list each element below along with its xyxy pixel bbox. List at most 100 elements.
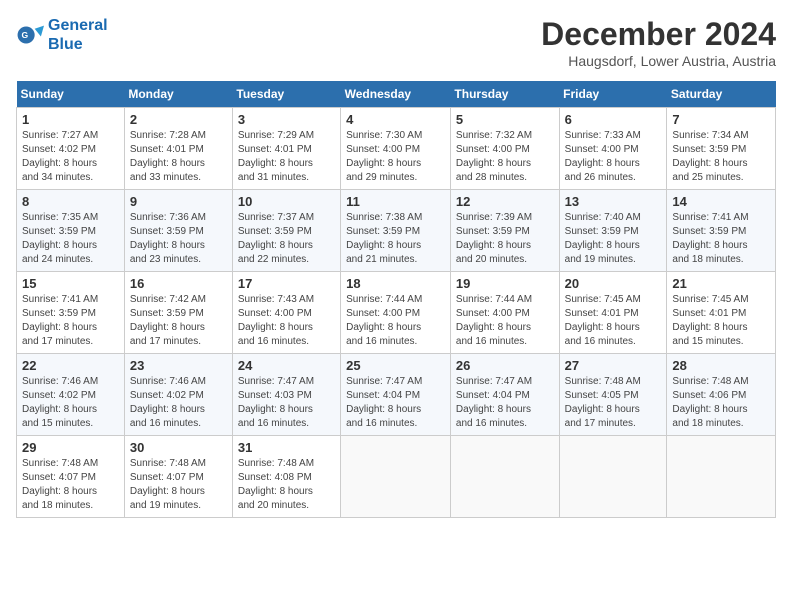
calendar-cell: 3 Sunrise: 7:29 AM Sunset: 4:01 PM Dayli… — [232, 108, 340, 190]
day-info: Sunrise: 7:47 AM Sunset: 4:04 PM Dayligh… — [456, 375, 554, 431]
logo: G General Blue — [16, 16, 108, 54]
calendar-cell: 22 Sunrise: 7:46 AM Sunset: 4:02 PM Dayl… — [17, 354, 125, 436]
calendar-cell: 6 Sunrise: 7:33 AM Sunset: 4:00 PM Dayli… — [559, 108, 667, 190]
day-info: Sunrise: 7:37 AM Sunset: 3:59 PM Dayligh… — [238, 211, 335, 267]
day-info: Sunrise: 7:48 AM Sunset: 4:08 PM Dayligh… — [238, 457, 335, 513]
calendar-cell: 2 Sunrise: 7:28 AM Sunset: 4:01 PM Dayli… — [124, 108, 232, 190]
day-info: Sunrise: 7:40 AM Sunset: 3:59 PM Dayligh… — [565, 211, 662, 267]
col-wednesday: Wednesday — [341, 81, 451, 108]
calendar-cell: 18 Sunrise: 7:44 AM Sunset: 4:00 PM Dayl… — [341, 272, 451, 354]
day-number: 27 — [565, 358, 662, 373]
calendar-cell: 25 Sunrise: 7:47 AM Sunset: 4:04 PM Dayl… — [341, 354, 451, 436]
calendar-cell: 21 Sunrise: 7:45 AM Sunset: 4:01 PM Dayl… — [667, 272, 776, 354]
calendar-cell: 5 Sunrise: 7:32 AM Sunset: 4:00 PM Dayli… — [450, 108, 559, 190]
col-tuesday: Tuesday — [232, 81, 340, 108]
day-info: Sunrise: 7:43 AM Sunset: 4:00 PM Dayligh… — [238, 293, 335, 349]
logo-line1: General — [48, 17, 108, 34]
calendar-cell: 7 Sunrise: 7:34 AM Sunset: 3:59 PM Dayli… — [667, 108, 776, 190]
day-info: Sunrise: 7:32 AM Sunset: 4:00 PM Dayligh… — [456, 129, 554, 185]
location-title: Haugsdorf, Lower Austria, Austria — [541, 53, 776, 69]
day-number: 24 — [238, 358, 335, 373]
day-info: Sunrise: 7:33 AM Sunset: 4:00 PM Dayligh… — [565, 129, 662, 185]
col-thursday: Thursday — [450, 81, 559, 108]
day-number: 16 — [130, 276, 227, 291]
day-info: Sunrise: 7:46 AM Sunset: 4:02 PM Dayligh… — [130, 375, 227, 431]
col-saturday: Saturday — [667, 81, 776, 108]
day-info: Sunrise: 7:36 AM Sunset: 3:59 PM Dayligh… — [130, 211, 227, 267]
day-info: Sunrise: 7:29 AM Sunset: 4:01 PM Dayligh… — [238, 129, 335, 185]
calendar-table: Sunday Monday Tuesday Wednesday Thursday… — [16, 81, 776, 518]
calendar-cell: 29 Sunrise: 7:48 AM Sunset: 4:07 PM Dayl… — [17, 436, 125, 518]
day-number: 25 — [346, 358, 445, 373]
logo-icon: G — [16, 21, 44, 49]
calendar-cell: 15 Sunrise: 7:41 AM Sunset: 3:59 PM Dayl… — [17, 272, 125, 354]
day-number: 7 — [672, 112, 770, 127]
col-monday: Monday — [124, 81, 232, 108]
day-info: Sunrise: 7:34 AM Sunset: 3:59 PM Dayligh… — [672, 129, 770, 185]
day-info: Sunrise: 7:46 AM Sunset: 4:02 PM Dayligh… — [22, 375, 119, 431]
calendar-cell: 16 Sunrise: 7:42 AM Sunset: 3:59 PM Dayl… — [124, 272, 232, 354]
logo-text: General Blue — [48, 16, 108, 54]
day-info: Sunrise: 7:44 AM Sunset: 4:00 PM Dayligh… — [346, 293, 445, 349]
calendar-cell: 4 Sunrise: 7:30 AM Sunset: 4:00 PM Dayli… — [341, 108, 451, 190]
day-number: 30 — [130, 440, 227, 455]
day-info: Sunrise: 7:48 AM Sunset: 4:06 PM Dayligh… — [672, 375, 770, 431]
day-info: Sunrise: 7:35 AM Sunset: 3:59 PM Dayligh… — [22, 211, 119, 267]
day-number: 12 — [456, 194, 554, 209]
day-number: 8 — [22, 194, 119, 209]
day-number: 31 — [238, 440, 335, 455]
header-row: Sunday Monday Tuesday Wednesday Thursday… — [17, 81, 776, 108]
calendar-week-row: 22 Sunrise: 7:46 AM Sunset: 4:02 PM Dayl… — [17, 354, 776, 436]
day-info: Sunrise: 7:38 AM Sunset: 3:59 PM Dayligh… — [346, 211, 445, 267]
day-info: Sunrise: 7:48 AM Sunset: 4:05 PM Dayligh… — [565, 375, 662, 431]
day-number: 2 — [130, 112, 227, 127]
day-number: 9 — [130, 194, 227, 209]
calendar-cell: 12 Sunrise: 7:39 AM Sunset: 3:59 PM Dayl… — [450, 190, 559, 272]
day-info: Sunrise: 7:27 AM Sunset: 4:02 PM Dayligh… — [22, 129, 119, 185]
calendar-week-row: 8 Sunrise: 7:35 AM Sunset: 3:59 PM Dayli… — [17, 190, 776, 272]
calendar-week-row: 15 Sunrise: 7:41 AM Sunset: 3:59 PM Dayl… — [17, 272, 776, 354]
day-info: Sunrise: 7:47 AM Sunset: 4:03 PM Dayligh… — [238, 375, 335, 431]
header: G General Blue December 2024 Haugsdorf, … — [16, 16, 776, 69]
calendar-cell: 26 Sunrise: 7:47 AM Sunset: 4:04 PM Dayl… — [450, 354, 559, 436]
calendar-cell: 30 Sunrise: 7:48 AM Sunset: 4:07 PM Dayl… — [124, 436, 232, 518]
calendar-cell: 10 Sunrise: 7:37 AM Sunset: 3:59 PM Dayl… — [232, 190, 340, 272]
svg-text:G: G — [21, 30, 28, 40]
day-info: Sunrise: 7:28 AM Sunset: 4:01 PM Dayligh… — [130, 129, 227, 185]
logo-line2: Blue — [48, 36, 83, 53]
day-number: 10 — [238, 194, 335, 209]
day-number: 6 — [565, 112, 662, 127]
day-info: Sunrise: 7:42 AM Sunset: 3:59 PM Dayligh… — [130, 293, 227, 349]
day-number: 19 — [456, 276, 554, 291]
col-sunday: Sunday — [17, 81, 125, 108]
calendar-cell: 13 Sunrise: 7:40 AM Sunset: 3:59 PM Dayl… — [559, 190, 667, 272]
day-number: 3 — [238, 112, 335, 127]
calendar-cell: 31 Sunrise: 7:48 AM Sunset: 4:08 PM Dayl… — [232, 436, 340, 518]
day-info: Sunrise: 7:44 AM Sunset: 4:00 PM Dayligh… — [456, 293, 554, 349]
day-number: 17 — [238, 276, 335, 291]
day-info: Sunrise: 7:30 AM Sunset: 4:00 PM Dayligh… — [346, 129, 445, 185]
page-container: G General Blue December 2024 Haugsdorf, … — [16, 16, 776, 518]
calendar-week-row: 29 Sunrise: 7:48 AM Sunset: 4:07 PM Dayl… — [17, 436, 776, 518]
calendar-cell — [667, 436, 776, 518]
day-number: 13 — [565, 194, 662, 209]
day-number: 29 — [22, 440, 119, 455]
month-title: December 2024 — [541, 16, 776, 53]
calendar-cell: 27 Sunrise: 7:48 AM Sunset: 4:05 PM Dayl… — [559, 354, 667, 436]
calendar-cell: 11 Sunrise: 7:38 AM Sunset: 3:59 PM Dayl… — [341, 190, 451, 272]
day-number: 20 — [565, 276, 662, 291]
day-info: Sunrise: 7:45 AM Sunset: 4:01 PM Dayligh… — [672, 293, 770, 349]
day-number: 23 — [130, 358, 227, 373]
day-info: Sunrise: 7:41 AM Sunset: 3:59 PM Dayligh… — [22, 293, 119, 349]
day-info: Sunrise: 7:48 AM Sunset: 4:07 PM Dayligh… — [22, 457, 119, 513]
calendar-cell — [450, 436, 559, 518]
calendar-cell: 19 Sunrise: 7:44 AM Sunset: 4:00 PM Dayl… — [450, 272, 559, 354]
day-number: 21 — [672, 276, 770, 291]
calendar-cell — [559, 436, 667, 518]
day-number: 28 — [672, 358, 770, 373]
day-info: Sunrise: 7:45 AM Sunset: 4:01 PM Dayligh… — [565, 293, 662, 349]
calendar-cell: 28 Sunrise: 7:48 AM Sunset: 4:06 PM Dayl… — [667, 354, 776, 436]
calendar-cell: 1 Sunrise: 7:27 AM Sunset: 4:02 PM Dayli… — [17, 108, 125, 190]
title-area: December 2024 Haugsdorf, Lower Austria, … — [541, 16, 776, 69]
day-number: 15 — [22, 276, 119, 291]
